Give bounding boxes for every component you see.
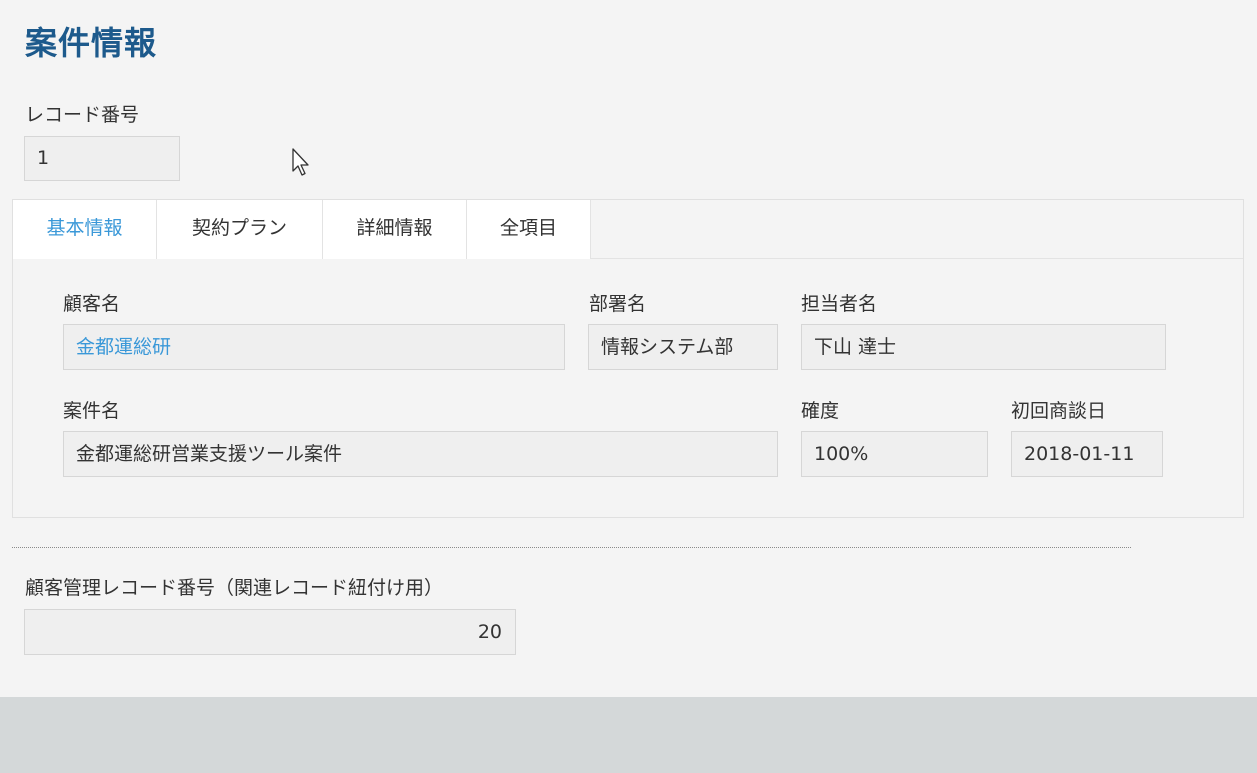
record-number-label: レコード番号: [25, 104, 140, 126]
department-label: 部署名: [589, 293, 647, 315]
tab-panel: 基本情報 契約プラン 詳細情報 全項目 顧客名 金都運総研 部署名 情報システム…: [12, 199, 1244, 518]
tab-bar: 基本情報 契約プラン 詳細情報 全項目: [13, 200, 591, 259]
department-field: 情報システム部: [588, 324, 778, 370]
project-name-label: 案件名: [63, 400, 121, 422]
record-detail-page: 案件情報 レコード番号 1 基本情報 契約プラン 詳細情報 全項目 顧客名 金都…: [0, 0, 1257, 697]
probability-field: 100%: [801, 431, 988, 477]
tab-all-items[interactable]: 全項目: [467, 200, 591, 259]
first-meeting-date-field: 2018-01-11: [1011, 431, 1163, 477]
page-title: 案件情報: [25, 24, 158, 62]
probability-label: 確度: [801, 400, 840, 422]
section-divider: [12, 547, 1131, 548]
tab-basic-info[interactable]: 基本情報: [13, 200, 157, 259]
person-in-charge-label: 担当者名: [801, 293, 878, 315]
first-meeting-date-label: 初回商談日: [1011, 400, 1107, 422]
customer-record-number-label: 顧客管理レコード番号（関連レコード紐付け用）: [25, 577, 444, 599]
tab-detail-info[interactable]: 詳細情報: [323, 200, 467, 259]
person-in-charge-field: 下山 達士: [801, 324, 1166, 370]
tab-contract-plan[interactable]: 契約プラン: [157, 200, 323, 259]
customer-name-label: 顧客名: [63, 293, 121, 315]
customer-record-number-field: 20: [24, 609, 516, 655]
mouse-pointer-icon: [292, 148, 309, 176]
customer-name-link[interactable]: 金都運総研: [63, 324, 565, 370]
project-name-field: 金都運総研営業支援ツール案件: [63, 431, 778, 477]
record-number-field: 1: [24, 136, 180, 181]
